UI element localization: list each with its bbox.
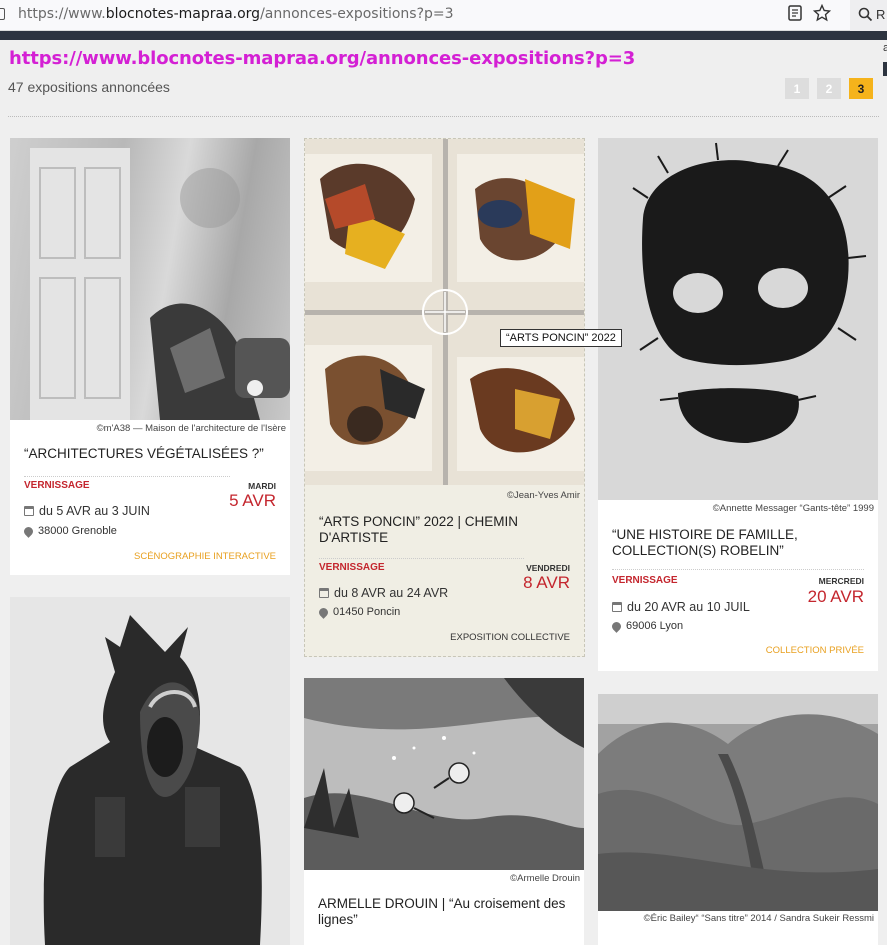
exhibition-card-arts-poncin[interactable]: ©Jean-Yves Amir “ARTS PONCIN” 2022 | CHE…	[304, 138, 585, 657]
lock-icon[interactable]	[0, 8, 5, 20]
overlay-url: https://www.blocnotes-mapraa.org/annonce…	[9, 48, 636, 69]
exhibition-card-histoire-famille[interactable]: ©Annette Messager “Gants-tête” 1999 “UNE…	[598, 138, 878, 671]
location-pin-icon	[317, 605, 330, 619]
location: 69006 Lyon	[610, 619, 683, 633]
vernissage-day: MERCREDI	[818, 576, 864, 586]
location: 38000 Grenoble	[22, 524, 117, 538]
category-label[interactable]: EXPOSITION COLLECTIVE	[450, 632, 570, 643]
exhibition-count: 47 expositions annoncées	[8, 79, 170, 95]
exhibition-card-architectures[interactable]: ©m'A38 — Maison de l'architecture de l'I…	[10, 138, 290, 575]
vernissage-date: 8 AVR	[523, 573, 570, 592]
date-range: du 8 AVR au 24 AVR	[319, 586, 448, 600]
vernissage-day: MARDI	[248, 481, 276, 491]
calendar-icon	[319, 588, 329, 598]
exhibition-image[interactable]	[598, 694, 878, 911]
exhibition-card-6[interactable]: ©Éric Bailey“ “Sans titre” 2014 / Sandra…	[598, 694, 878, 945]
page-button-1[interactable]: 1	[785, 78, 809, 99]
exhibition-image[interactable]	[598, 138, 878, 500]
separator	[319, 558, 524, 559]
exhibition-image[interactable]	[10, 138, 290, 420]
exhibition-card-4[interactable]	[10, 597, 290, 945]
exhibition-image[interactable]	[304, 678, 584, 870]
image-tooltip: “ARTS PONCIN” 2022	[500, 329, 622, 347]
separator	[24, 476, 230, 477]
exhibition-title[interactable]: “ARCHITECTURES VÉGÉTALISÉES ?”	[24, 446, 276, 462]
divider	[8, 116, 879, 117]
exhibition-title[interactable]: “UNE HISTOIRE DE FAMILLE, COLLECTION(S) …	[612, 527, 864, 559]
separator	[612, 569, 864, 570]
image-credit: ©Annette Messager “Gants-tête” 1999	[712, 503, 874, 514]
vernissage-day: VENDREDI	[526, 563, 570, 573]
address-bar[interactable]: https://www.blocnotes-mapraa.org/annonce…	[18, 6, 454, 22]
vernissage-date: 20 AVR	[807, 587, 864, 606]
exhibition-image[interactable]	[10, 597, 290, 945]
search-label: R	[876, 7, 886, 22]
exhibition-image[interactable]	[305, 139, 584, 485]
search-field[interactable]: R	[850, 0, 887, 31]
vernissage-date: 5 AVR	[229, 491, 276, 510]
image-credit: ©Jean-Yves Amir	[507, 490, 580, 501]
site-top-strip	[0, 31, 887, 40]
page-button-3[interactable]: 3	[849, 78, 873, 99]
search-icon	[858, 7, 873, 22]
calendar-icon	[612, 602, 622, 612]
date-range: du 5 AVR au 3 JUIN	[24, 504, 150, 518]
category-label[interactable]: COLLECTION PRIVÉE	[766, 645, 864, 656]
location-pin-icon	[22, 524, 35, 538]
side-letter: a	[883, 42, 887, 54]
exhibition-title[interactable]: ARMELLE DROUIN | “Au croisement des lign…	[318, 896, 570, 928]
exhibition-card-armelle-drouin[interactable]: ©Armelle Drouin ARMELLE DROUIN | “Au cro…	[304, 678, 584, 945]
vernissage-label: VERNISSAGE	[24, 480, 90, 491]
vernissage-label: VERNISSAGE	[319, 562, 385, 573]
page-button-2[interactable]: 2	[817, 78, 841, 99]
side-block	[883, 62, 887, 76]
reader-view-icon[interactable]	[786, 4, 804, 22]
vernissage-label: VERNISSAGE	[612, 575, 678, 586]
image-credit: ©Éric Bailey“ “Sans titre” 2014 / Sandra…	[643, 913, 874, 924]
category-label[interactable]: SCÉNOGRAPHIE INTERACTIVE	[134, 551, 276, 562]
browser-toolbar: https://www.blocnotes-mapraa.org/annonce…	[0, 0, 887, 31]
exhibition-title[interactable]: “ARTS PONCIN” 2022 | CHEMIN D'ARTISTE	[319, 514, 570, 546]
bookmark-star-icon[interactable]	[813, 4, 831, 22]
date-range: du 20 AVR au 10 JUIL	[612, 600, 750, 614]
location-pin-icon	[610, 619, 623, 633]
calendar-icon	[24, 506, 34, 516]
image-credit: ©Armelle Drouin	[510, 873, 580, 884]
image-credit: ©m'A38 — Maison de l'architecture de l'I…	[96, 423, 286, 434]
crosshair-icon	[422, 289, 468, 335]
location: 01450 Poncin	[317, 605, 400, 619]
pagination: 1 2 3	[785, 78, 873, 99]
